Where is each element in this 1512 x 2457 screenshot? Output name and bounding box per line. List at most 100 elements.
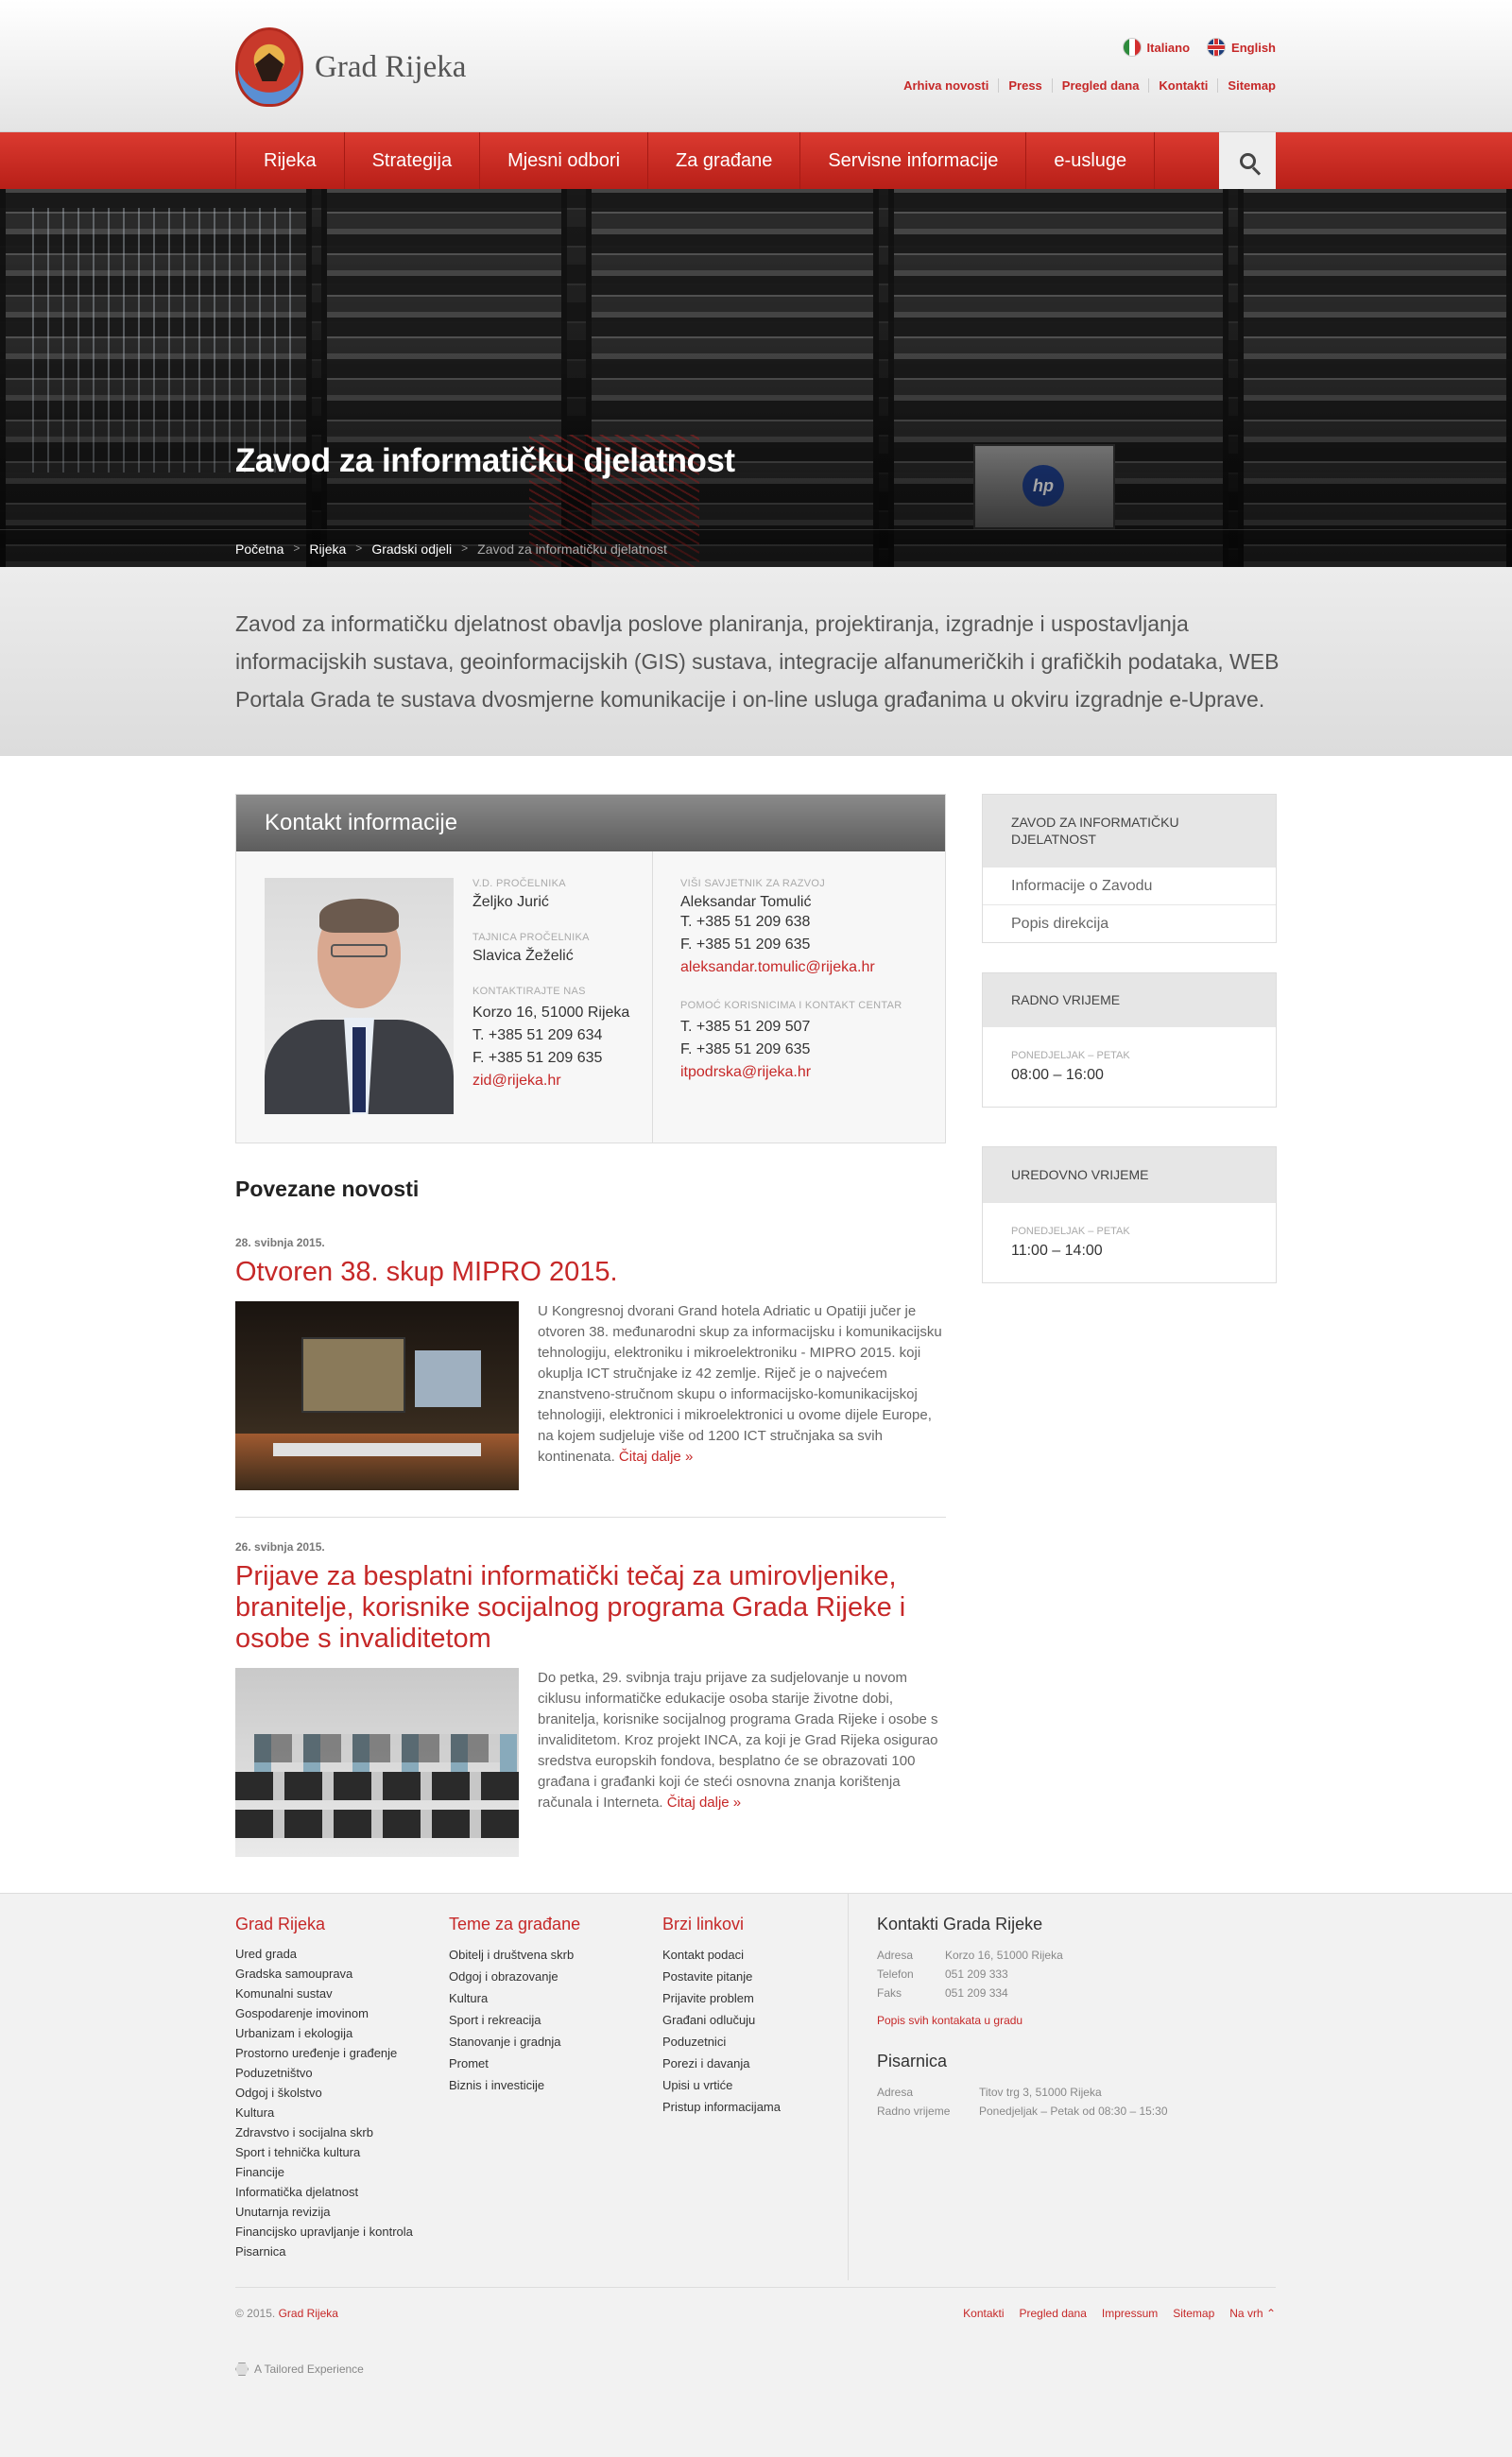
contact-card: Kontakt informacije V.D. pročelnika Želj… [235, 794, 946, 1143]
link-press[interactable]: Press [998, 78, 1051, 93]
news-image[interactable] [235, 1668, 519, 1857]
footer-link[interactable]: Prijavite problem [662, 1987, 781, 2009]
news-date: 28. svibnja 2015. [235, 1236, 325, 1249]
news-headline[interactable]: Otvoren 38. skup MIPRO 2015. [235, 1257, 946, 1288]
nav-strategija[interactable]: Strategija [345, 132, 481, 189]
lang-italiano[interactable]: Italiano [1122, 38, 1190, 57]
footer-link[interactable]: Odgoj i školstvo [235, 2083, 413, 2103]
copyright-link[interactable]: Grad Rijeka [279, 2307, 338, 2320]
email-link[interactable]: zid@rijeka.hr [472, 1073, 561, 1089]
footer-link[interactable]: Financijsko upravljanje i kontrola [235, 2222, 413, 2242]
footer-link-impressum[interactable]: Impressum [1102, 2307, 1158, 2320]
italy-flag-icon [1122, 38, 1142, 57]
role-label: Pomoć korisnicima i kontakt centar [680, 1000, 902, 1011]
intro-section: Zavod za informatičku djelatnost obavlja… [0, 567, 1512, 756]
working-hours-title: Radno vrijeme [983, 973, 1276, 1026]
lang-english[interactable]: English [1207, 38, 1276, 57]
read-more-link[interactable]: Čitaj dalje » [619, 1449, 693, 1465]
footer-link[interactable]: Urbanizam i ekologija [235, 2023, 413, 2043]
chevron-right-icon: > [293, 541, 301, 555]
link-pregled-dana[interactable]: Pregled dana [1051, 78, 1149, 93]
email-link[interactable]: aleksandar.tomulic@rijeka.hr [680, 959, 875, 975]
phone: T. +385 51 209 634 [472, 1027, 603, 1043]
news-headline[interactable]: Prijave za besplatni informatički tečaj … [235, 1561, 946, 1655]
footer-link-kontakti[interactable]: Kontakti [963, 2307, 1004, 2320]
read-more-link[interactable]: Čitaj dalje » [667, 1795, 741, 1811]
footer-col-title[interactable]: Grad Rijeka [235, 1915, 413, 1934]
footer-link[interactable]: Komunalni sustav [235, 1984, 413, 2003]
footer-link[interactable]: Pisarnica [235, 2242, 413, 2261]
nav-mjesni-odbori[interactable]: Mjesni odbori [480, 132, 649, 189]
footer-link[interactable]: Unutarnja revizija [235, 2202, 413, 2222]
breadcrumb-rijeka[interactable]: Rijeka [309, 541, 346, 557]
footer-link[interactable]: Gradska samouprava [235, 1964, 413, 1984]
link-sitemap[interactable]: Sitemap [1217, 78, 1276, 93]
footer-link[interactable]: Stanovanje i gradnja [449, 2031, 580, 2053]
hero-banner: hp Zavod za informatičku djelatnost Poče… [0, 189, 1512, 567]
sidebar-item-popis-direkcija[interactable]: Popis direkcija [983, 904, 1276, 942]
news-image[interactable] [235, 1301, 519, 1490]
footer-link[interactable]: Pristup informacijama [662, 2096, 781, 2118]
contact-value: 051 209 333 [945, 1967, 1008, 1981]
breadcrumb-gradski-odjeli[interactable]: Gradski odjeli [371, 541, 452, 557]
breadcrumb-pocetna[interactable]: Početna [235, 541, 284, 557]
footer-link[interactable]: Sport i rekreacija [449, 2009, 580, 2031]
nav-servisne-informacije[interactable]: Servisne informacije [800, 132, 1027, 189]
footer-col-title[interactable]: Teme za građane [449, 1915, 580, 1934]
hours-days: Ponedjeljak – Petak [1011, 1050, 1130, 1061]
copyright: © 2015. Grad Rijeka [235, 2307, 338, 2320]
footer-link[interactable]: Sport i tehnička kultura [235, 2142, 413, 2162]
head-portrait-photo [265, 878, 454, 1114]
contact-value: Korzo 16, 51000 Rijeka [945, 1949, 1063, 1962]
office-hours-days: Ponedjeljak – Petak [1011, 1226, 1130, 1237]
footer-link[interactable]: Promet [449, 2053, 580, 2074]
footer-link[interactable]: Odgoj i obrazovanje [449, 1966, 580, 1987]
footer-link[interactable]: Biznis i investicije [449, 2074, 580, 2096]
site-logo[interactable]: Grad Rijeka [235, 27, 466, 107]
nav-za-gradane[interactable]: Za građane [648, 132, 801, 189]
role-label: V.D. pročelnika [472, 878, 566, 889]
footer-link[interactable]: Poduzetništvo [235, 2063, 413, 2083]
fax: F. +385 51 209 635 [680, 1041, 811, 1057]
contact-key: Adresa [877, 2086, 914, 2099]
news-item: 26. svibnja 2015. Prijave za besplatni i… [235, 1540, 946, 1857]
chevron-right-icon: > [461, 541, 469, 555]
footer-link[interactable]: Ured grada [235, 1944, 413, 1964]
contact-left-column: V.D. pročelnika Željko Jurić Tajnica pro… [472, 878, 671, 1113]
footer-link[interactable]: Porezi i davanja [662, 2053, 781, 2074]
footer-link[interactable]: Zdravstvo i socijalna skrb [235, 2122, 413, 2142]
sidebar-item-informacije[interactable]: Informacije o Zavodu [983, 867, 1276, 904]
link-kontakti[interactable]: Kontakti [1148, 78, 1217, 93]
contact-key: Telefon [877, 1967, 914, 1981]
footer-link[interactable]: Građani odlučuju [662, 2009, 781, 2031]
back-to-top-link[interactable]: Na vrh ⌃ [1229, 2307, 1276, 2320]
search-button[interactable] [1219, 132, 1276, 189]
footer-link[interactable]: Postavite pitanje [662, 1966, 781, 1987]
all-contacts-link[interactable]: Popis svih kontakata u gradu [877, 2014, 1274, 2027]
link-arhiva-novosti[interactable]: Arhiva novosti [894, 78, 998, 93]
footer-link[interactable]: Kultura [235, 2103, 413, 2122]
copyright-prefix: © 2015. [235, 2307, 276, 2320]
news-excerpt: U Kongresnoj dvorani Grand hotela Adriat… [538, 1301, 946, 1490]
contact-right-column: Viši savjetnik za razvoj Aleksandar Tomu… [680, 878, 936, 1105]
footer-link[interactable]: Prostorno uređenje i građenje [235, 2043, 413, 2063]
footer-link[interactable]: Informatička djelatnost [235, 2182, 413, 2202]
email-link[interactable]: itpodrska@rijeka.hr [680, 1064, 811, 1080]
address: Korzo 16, 51000 Rijeka [472, 1005, 630, 1021]
footer-link-pregled-dana[interactable]: Pregled dana [1020, 2307, 1087, 2320]
footer-link[interactable]: Gospodarenje imovinom [235, 2003, 413, 2023]
footer-link[interactable]: Financije [235, 2162, 413, 2182]
footer-link[interactable]: Kultura [449, 1987, 580, 2009]
phone: T. +385 51 209 638 [680, 914, 811, 930]
office-hours-time: 11:00 – 14:00 [1011, 1243, 1103, 1259]
footer-link[interactable]: Upisi u vrtiće [662, 2074, 781, 2096]
footer-link[interactable]: Kontakt podaci [662, 1944, 781, 1966]
utility-links: Arhiva novosti Press Pregled dana Kontak… [894, 78, 1276, 93]
footer-link[interactable]: Obitelj i društvena skrb [449, 1944, 580, 1966]
agency-credit[interactable]: A Tailored Experience [235, 2362, 364, 2376]
footer-link[interactable]: Poduzetnici [662, 2031, 781, 2053]
footer-link-sitemap[interactable]: Sitemap [1173, 2307, 1214, 2320]
nav-rijeka[interactable]: Rijeka [236, 132, 345, 189]
footer-col-title[interactable]: Brzi linkovi [662, 1915, 781, 1934]
nav-e-usluge[interactable]: e-usluge [1026, 132, 1156, 189]
